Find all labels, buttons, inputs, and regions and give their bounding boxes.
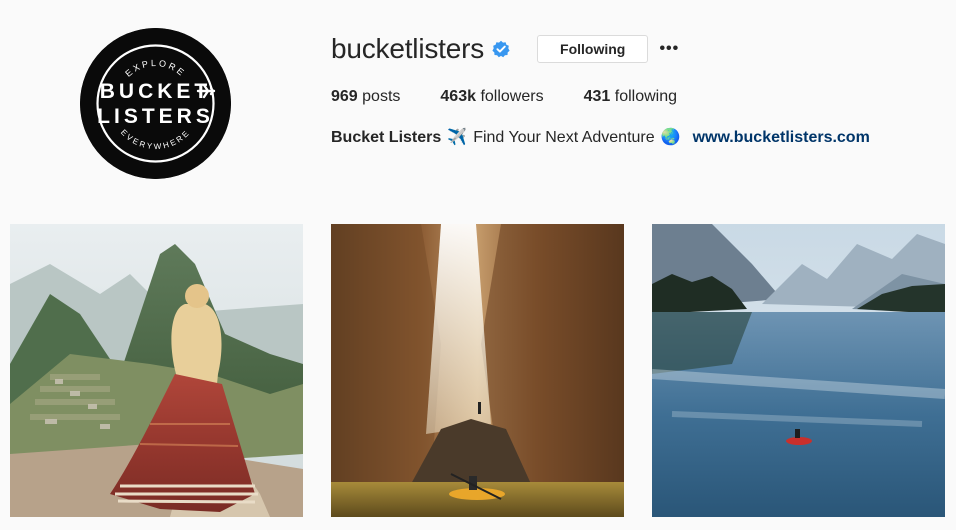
following-label: following [614,88,678,105]
globe-emoji-icon: 🌏 [660,129,681,146]
more-options-icon[interactable]: ••• [658,38,680,60]
verified-badge-icon [492,40,510,58]
profile-avatar[interactable]: EXPLORE EVERYWHERE BUCKET LISTERS [80,28,231,179]
following-button[interactable]: Following [537,35,649,63]
post-image-mountain-lake-canoe [652,224,945,517]
following-stat[interactable]: 431 following [584,87,677,107]
following-count: 431 [583,88,611,105]
post-thumbnail[interactable] [331,224,624,517]
post-image-canyon-kayak [331,224,624,517]
profile-bio: Bucket Listers ✈️ Find Your Next Adventu… [331,127,870,149]
posts-stat: 969 posts [331,87,400,107]
posts-count: 969 [331,88,358,105]
profile-full-name: Bucket Listers [331,129,442,146]
post-thumbnail[interactable] [652,224,945,517]
avatar-line-1: BUCKET [100,80,212,103]
posts-label: posts [362,88,401,105]
post-thumbnail[interactable] [10,224,303,517]
profile-stats: 969 posts 463k followers 431 following [331,87,717,107]
followers-stat[interactable]: 463k followers [440,87,543,107]
website-link[interactable]: www.bucketlisters.com [693,127,870,149]
profile-header-row: bucketlisters Following ••• [331,30,680,68]
bio-text: Find Your Next Adventure [473,129,655,146]
username: bucketlisters [331,33,485,64]
airplane-emoji-icon: ✈️ [447,129,468,146]
followers-label: followers [480,88,544,105]
followers-count: 463k [440,88,476,105]
post-image-mountain-ruins [10,224,303,517]
avatar-line-2: LISTERS [97,105,214,128]
